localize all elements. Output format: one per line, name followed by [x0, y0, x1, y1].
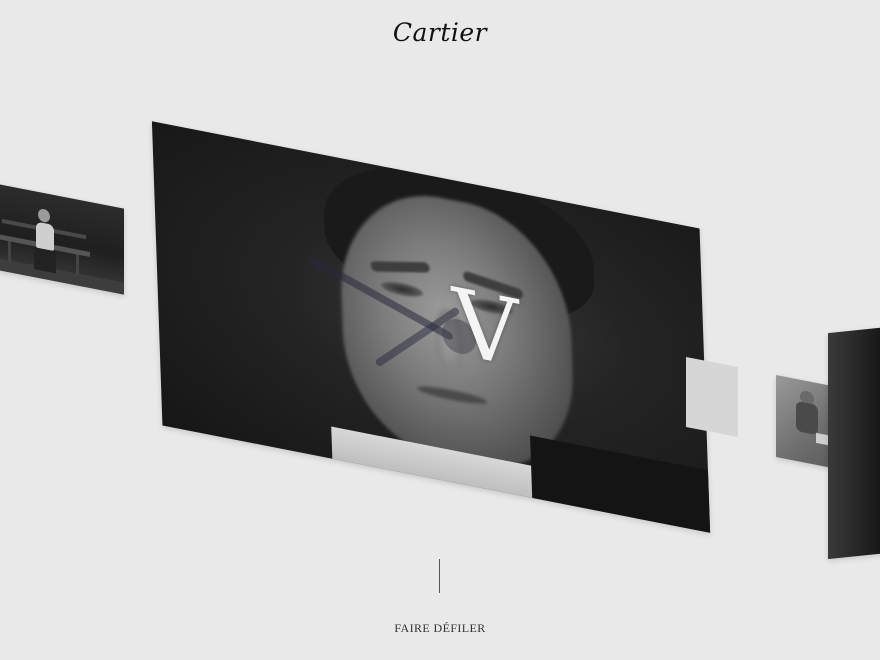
- portrait-brow: [369, 261, 431, 273]
- scroll-indicator-line: [439, 559, 440, 593]
- bench-leg: [76, 254, 79, 275]
- figure-legs: [34, 247, 56, 274]
- carousel-panel-main[interactable]: V: [151, 121, 711, 533]
- figure-body: [36, 221, 54, 252]
- carousel-panel-edge[interactable]: [828, 326, 880, 560]
- roman-numeral: V: [450, 267, 521, 389]
- carousel-panel-ghost[interactable]: [686, 356, 738, 438]
- figure-head: [38, 207, 50, 224]
- carousel-panel-left[interactable]: [0, 183, 124, 295]
- bench-leg: [8, 241, 11, 262]
- page: Cartier V FAIRE DÉFILER: [0, 0, 880, 660]
- portrait-jacket: [530, 435, 711, 533]
- cartier-logo[interactable]: Cartier: [0, 18, 880, 47]
- figure-body: [796, 400, 818, 436]
- floor: [0, 257, 124, 295]
- scroll-hint[interactable]: FAIRE DÉFILER: [0, 621, 880, 636]
